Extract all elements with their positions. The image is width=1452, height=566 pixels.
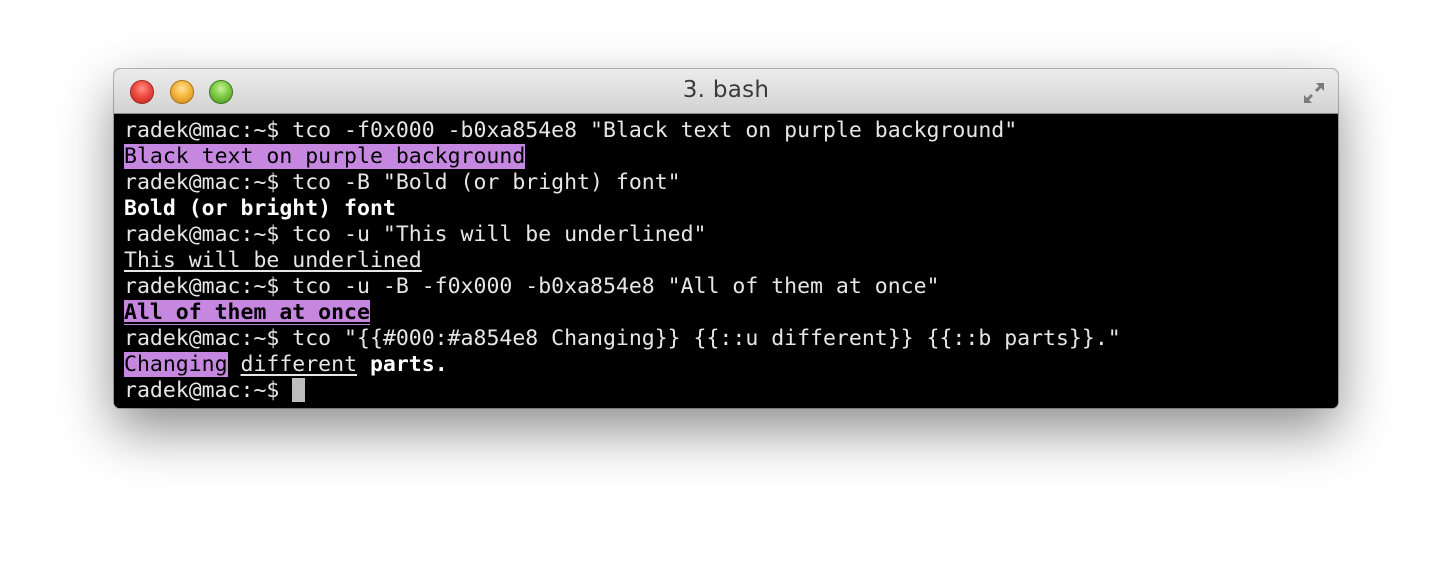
output-line: This will be underlined bbox=[124, 248, 1338, 274]
output-period: . bbox=[434, 352, 448, 377]
output-highlighted: Black text on purple background bbox=[124, 144, 526, 169]
command-line: radek@mac:~$ tco -u "This will be underl… bbox=[124, 222, 1338, 248]
text-cursor bbox=[292, 378, 306, 402]
prompt: radek@mac:~$ bbox=[124, 326, 293, 351]
command-text: tco "{{#000:#a854e8 Changing}} {{::u dif… bbox=[292, 326, 1121, 351]
output-bold: Bold (or bright) font bbox=[124, 196, 396, 221]
prompt: radek@mac:~$ bbox=[124, 222, 293, 247]
prompt: radek@mac:~$ bbox=[124, 118, 293, 143]
output-part-underlined: different bbox=[240, 352, 358, 377]
output-part-bold: parts bbox=[369, 352, 435, 377]
current-prompt-line[interactable]: radek@mac:~$ bbox=[124, 378, 1338, 404]
output-part-highlighted: Changing bbox=[124, 352, 228, 377]
prompt: radek@mac:~$ bbox=[124, 378, 293, 403]
command-line: radek@mac:~$ tco "{{#000:#a854e8 Changin… bbox=[124, 326, 1338, 352]
command-line: radek@mac:~$ tco -B "Bold (or bright) fo… bbox=[124, 170, 1338, 196]
fullscreen-arrows-icon[interactable] bbox=[1300, 79, 1328, 107]
output-underlined: This will be underlined bbox=[124, 248, 422, 273]
output-space bbox=[228, 352, 241, 377]
terminal-output[interactable]: radek@mac:~$ tco -f0x000 -b0xa854e8 "Bla… bbox=[114, 114, 1338, 408]
output-all-styles: All of them at once bbox=[124, 300, 370, 325]
command-line: radek@mac:~$ tco -f0x000 -b0xa854e8 "Bla… bbox=[124, 118, 1338, 144]
command-text: tco -u "This will be underlined" bbox=[292, 222, 707, 247]
command-text: tco -B "Bold (or bright) font" bbox=[292, 170, 681, 195]
output-space bbox=[357, 352, 370, 377]
command-text: tco -f0x000 -b0xa854e8 "Black text on pu… bbox=[292, 118, 1018, 143]
output-line: Black text on purple background bbox=[124, 144, 1338, 170]
command-text: tco -u -B -f0x000 -b0xa854e8 "All of the… bbox=[292, 274, 940, 299]
output-line: Bold (or bright) font bbox=[124, 196, 1338, 222]
window-title: 3. bash bbox=[682, 77, 770, 103]
output-line: All of them at once bbox=[124, 300, 1338, 326]
terminal-window: 3. bash radek@mac:~$ tco -f0x000 -b0xa85… bbox=[114, 69, 1338, 408]
prompt: radek@mac:~$ bbox=[124, 274, 293, 299]
output-line: Changing different parts. bbox=[124, 352, 1338, 378]
command-line: radek@mac:~$ tco -u -B -f0x000 -b0xa854e… bbox=[124, 274, 1338, 300]
prompt: radek@mac:~$ bbox=[124, 170, 293, 195]
title-bar[interactable]: 3. bash bbox=[114, 69, 1338, 114]
